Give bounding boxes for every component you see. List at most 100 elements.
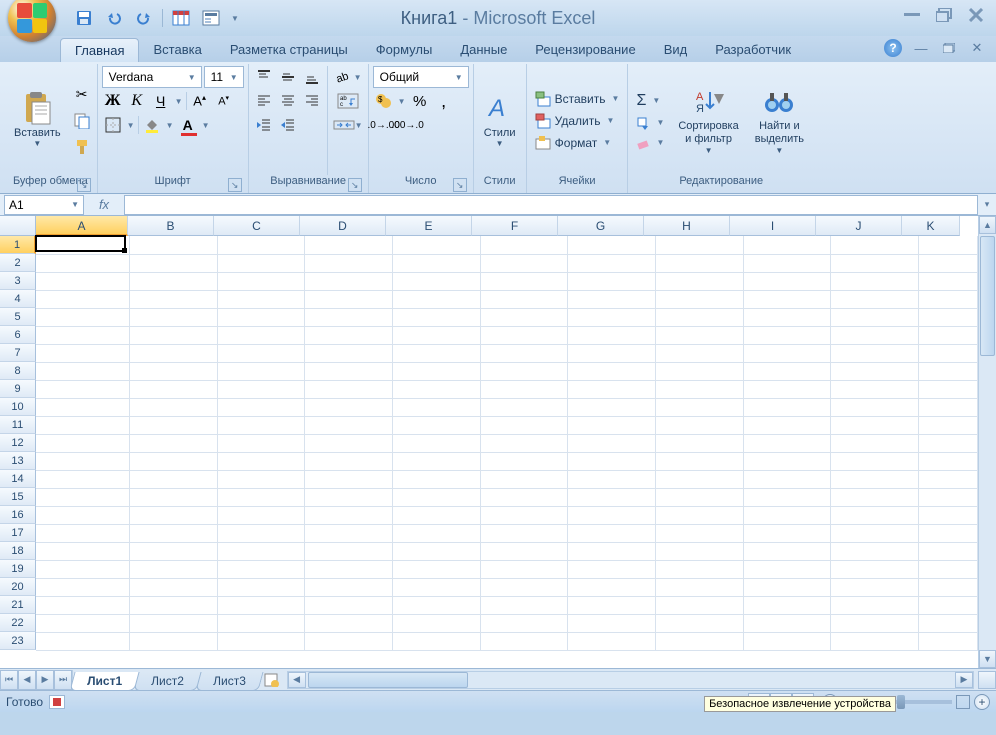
- zoom-thumb[interactable]: [897, 695, 905, 709]
- percent-button[interactable]: %: [409, 90, 431, 112]
- row-header[interactable]: 3: [0, 272, 36, 290]
- save-button[interactable]: [72, 7, 96, 29]
- dialog-launcher[interactable]: ↘: [453, 178, 467, 192]
- qat-customize-dropdown[interactable]: ▼: [229, 7, 241, 29]
- accounting-dropdown[interactable]: ▼: [397, 90, 407, 112]
- column-header[interactable]: E: [386, 216, 472, 236]
- increase-indent-button[interactable]: [277, 114, 299, 136]
- row-header[interactable]: 17: [0, 524, 36, 542]
- sheet-tab[interactable]: Лист2: [133, 672, 201, 691]
- bold-button[interactable]: Ж: [102, 90, 124, 112]
- row-header[interactable]: 23: [0, 632, 36, 650]
- first-sheet-button[interactable]: ⏮: [0, 670, 18, 690]
- decrease-decimal-button[interactable]: .00→.0: [397, 114, 419, 136]
- row-header[interactable]: 5: [0, 308, 36, 326]
- delete-cells-button[interactable]: Удалить▼: [531, 111, 624, 131]
- row-header[interactable]: 18: [0, 542, 36, 560]
- doc-minimize-button[interactable]: —: [912, 40, 930, 56]
- row-header[interactable]: 6: [0, 326, 36, 344]
- scroll-up-button[interactable]: ▲: [979, 216, 996, 234]
- column-header[interactable]: H: [644, 216, 730, 236]
- column-header[interactable]: J: [816, 216, 902, 236]
- vertical-scrollbar[interactable]: ▲ ▼: [978, 216, 996, 668]
- qat-custom-1[interactable]: [169, 7, 193, 29]
- scroll-thumb[interactable]: [980, 236, 995, 356]
- insert-cells-button[interactable]: Вставить▼: [531, 89, 624, 109]
- font-color-button[interactable]: A: [177, 114, 199, 136]
- scroll-thumb[interactable]: [308, 672, 468, 688]
- align-middle-button[interactable]: [277, 66, 299, 88]
- row-header[interactable]: 9: [0, 380, 36, 398]
- styles-button[interactable]: A Стили ▼: [478, 66, 522, 175]
- ribbon-tab-1[interactable]: Вставка: [139, 38, 215, 62]
- ribbon-tab-5[interactable]: Рецензирование: [521, 38, 649, 62]
- wrap-text-button[interactable]: abc: [332, 90, 364, 112]
- dialog-launcher[interactable]: ↘: [77, 178, 91, 192]
- borders-button[interactable]: [102, 114, 124, 136]
- decrease-indent-button[interactable]: [253, 114, 275, 136]
- row-header[interactable]: 11: [0, 416, 36, 434]
- ribbon-tab-7[interactable]: Разработчик: [701, 38, 805, 62]
- formula-input[interactable]: [124, 195, 978, 215]
- align-right-button[interactable]: [301, 90, 323, 112]
- select-all-button[interactable]: [0, 216, 36, 236]
- align-center-button[interactable]: [277, 90, 299, 112]
- scroll-right-button[interactable]: ▶: [955, 672, 973, 688]
- comma-button[interactable]: ,: [433, 90, 455, 112]
- horizontal-scrollbar[interactable]: ◀ ▶: [287, 671, 974, 689]
- insert-function-button[interactable]: fx: [84, 197, 124, 212]
- name-box[interactable]: A1▼: [4, 195, 84, 215]
- restore-button[interactable]: [934, 6, 954, 24]
- row-header[interactable]: 2: [0, 254, 36, 272]
- cut-button[interactable]: ✂: [71, 84, 93, 106]
- column-header[interactable]: C: [214, 216, 300, 236]
- ribbon-tab-2[interactable]: Разметка страницы: [216, 38, 362, 62]
- row-header[interactable]: 10: [0, 398, 36, 416]
- row-header[interactable]: 22: [0, 614, 36, 632]
- autosum-button[interactable]: Σ▼: [632, 90, 668, 112]
- row-header[interactable]: 16: [0, 506, 36, 524]
- sheet-tab[interactable]: Лист3: [195, 672, 263, 691]
- row-header[interactable]: 4: [0, 290, 36, 308]
- column-header[interactable]: G: [558, 216, 644, 236]
- minimize-button[interactable]: [902, 6, 922, 24]
- merge-button[interactable]: ▼: [332, 114, 364, 136]
- underline-dropdown[interactable]: ▼: [174, 90, 184, 112]
- shrink-font-button[interactable]: A▾: [213, 90, 235, 112]
- align-left-button[interactable]: [253, 90, 275, 112]
- row-header[interactable]: 21: [0, 596, 36, 614]
- fill-color-dropdown[interactable]: ▼: [165, 114, 175, 136]
- row-header[interactable]: 14: [0, 470, 36, 488]
- scroll-down-button[interactable]: ▼: [979, 650, 996, 668]
- orientation-button[interactable]: ab▼: [332, 66, 364, 88]
- new-sheet-button[interactable]: [261, 673, 283, 687]
- dialog-launcher[interactable]: ↘: [228, 178, 242, 192]
- paste-button[interactable]: Вставить ▼: [8, 66, 67, 175]
- ribbon-tab-3[interactable]: Формулы: [362, 38, 447, 62]
- expand-formula-bar-button[interactable]: ▾: [978, 199, 996, 210]
- row-header[interactable]: 20: [0, 578, 36, 596]
- italic-button[interactable]: К: [126, 90, 148, 112]
- last-sheet-button[interactable]: ⏭: [54, 670, 72, 690]
- scroll-left-button[interactable]: ◀: [288, 672, 306, 688]
- column-header[interactable]: D: [300, 216, 386, 236]
- ribbon-tab-0[interactable]: Главная: [60, 38, 139, 62]
- font-name-combo[interactable]: Verdana▼: [102, 66, 202, 88]
- help-button[interactable]: ?: [884, 39, 902, 57]
- ribbon-tab-4[interactable]: Данные: [446, 38, 521, 62]
- row-header[interactable]: 7: [0, 344, 36, 362]
- row-header[interactable]: 8: [0, 362, 36, 380]
- row-header[interactable]: 19: [0, 560, 36, 578]
- column-header[interactable]: B: [128, 216, 214, 236]
- redo-button[interactable]: [132, 7, 156, 29]
- doc-close-button[interactable]: ✕: [968, 40, 986, 56]
- clear-button[interactable]: ▼: [632, 134, 668, 152]
- fill-color-button[interactable]: [141, 114, 163, 136]
- column-header[interactable]: A: [36, 216, 128, 236]
- format-cells-button[interactable]: Формат▼: [531, 133, 624, 153]
- align-bottom-button[interactable]: [301, 66, 323, 88]
- grow-font-button[interactable]: A▴: [189, 90, 211, 112]
- close-button[interactable]: [966, 6, 986, 24]
- qat-custom-2[interactable]: [199, 7, 223, 29]
- sheet-tab[interactable]: Лист1: [69, 672, 139, 691]
